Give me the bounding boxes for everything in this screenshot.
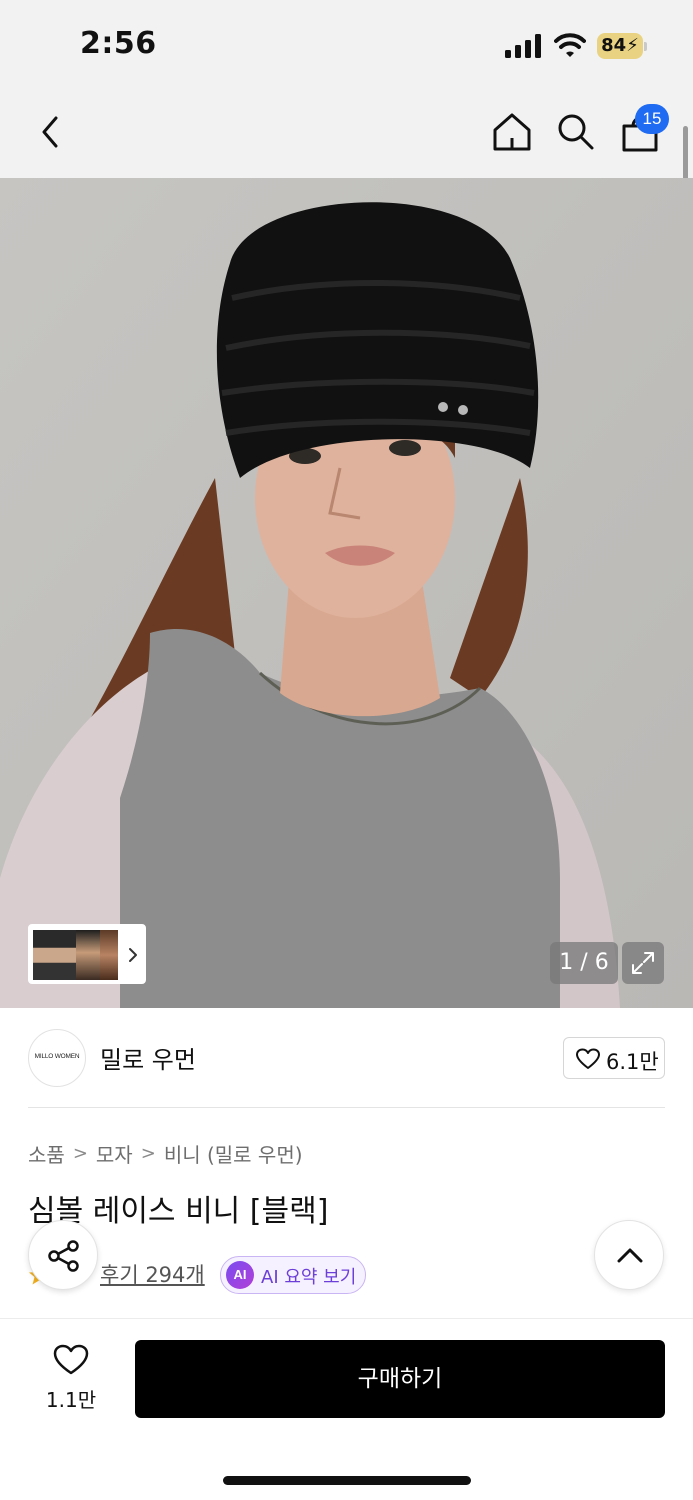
- thumbnail-image[interactable]: [76, 930, 102, 980]
- share-icon: [48, 1240, 79, 1272]
- expand-button[interactable]: [622, 942, 664, 984]
- chevron-right-icon: >: [72, 1142, 88, 1164]
- brand-like-count: 6.1만: [606, 1050, 659, 1074]
- brand-logo-text: MILLO WOMEN: [34, 1053, 80, 1060]
- buy-button[interactable]: 구매하기: [135, 1340, 665, 1418]
- wishlist-count: 1.1만: [45, 1388, 97, 1412]
- status-bar: 2:56 84⚡: [0, 0, 693, 90]
- nav-bar: [0, 90, 693, 178]
- ai-icon: AI: [226, 1261, 254, 1289]
- heart-icon: [53, 1344, 89, 1375]
- signal-icon: [505, 34, 541, 58]
- review-count-link[interactable]: 후기 294개: [100, 1259, 205, 1289]
- status-time: 2:56: [80, 26, 157, 61]
- wifi-icon: [554, 33, 586, 57]
- heart-icon: [576, 1048, 600, 1069]
- home-icon[interactable]: [490, 110, 534, 154]
- share-button[interactable]: [28, 1220, 98, 1290]
- brand-name[interactable]: 밀로 우먼: [100, 1040, 196, 1075]
- battery-level: 84⚡: [601, 35, 639, 56]
- chevron-right-icon[interactable]: [124, 940, 142, 970]
- wishlist-button[interactable]: 1.1만: [40, 1342, 102, 1418]
- breadcrumb-item[interactable]: 모자: [96, 1139, 133, 1168]
- home-indicator[interactable]: [223, 1476, 471, 1485]
- divider: [28, 1107, 665, 1108]
- scroll-to-top-button[interactable]: [594, 1220, 664, 1290]
- ai-summary-label: AI 요약 보기: [261, 1267, 357, 1288]
- breadcrumb-item[interactable]: 비니 (밀로 우먼): [164, 1139, 303, 1168]
- back-icon[interactable]: [34, 112, 66, 152]
- battery-charging-icon: 84⚡: [597, 33, 647, 59]
- cart-count-badge: 15: [635, 104, 669, 134]
- expand-icon: [632, 952, 654, 974]
- chevron-up-icon: [617, 1248, 643, 1263]
- image-page-counter: 1 / 6: [550, 942, 618, 984]
- product-photo-illustration: [0, 178, 693, 1008]
- thumbnail-image[interactable]: [33, 930, 77, 980]
- breadcrumb: 소품 > 모자 > 비니 (밀로 우먼): [28, 1139, 303, 1167]
- ai-summary-button[interactable]: AI AI 요약 보기: [220, 1256, 366, 1294]
- thumbnail-image[interactable]: [100, 930, 118, 980]
- product-image[interactable]: [0, 178, 693, 1008]
- chevron-right-icon: >: [140, 1142, 156, 1164]
- thumbnail-strip[interactable]: [28, 924, 146, 984]
- brand-like-button[interactable]: 6.1만: [563, 1037, 665, 1079]
- brand-logo[interactable]: MILLO WOMEN: [28, 1029, 86, 1087]
- breadcrumb-item[interactable]: 소품: [28, 1139, 65, 1168]
- search-icon[interactable]: [554, 110, 596, 152]
